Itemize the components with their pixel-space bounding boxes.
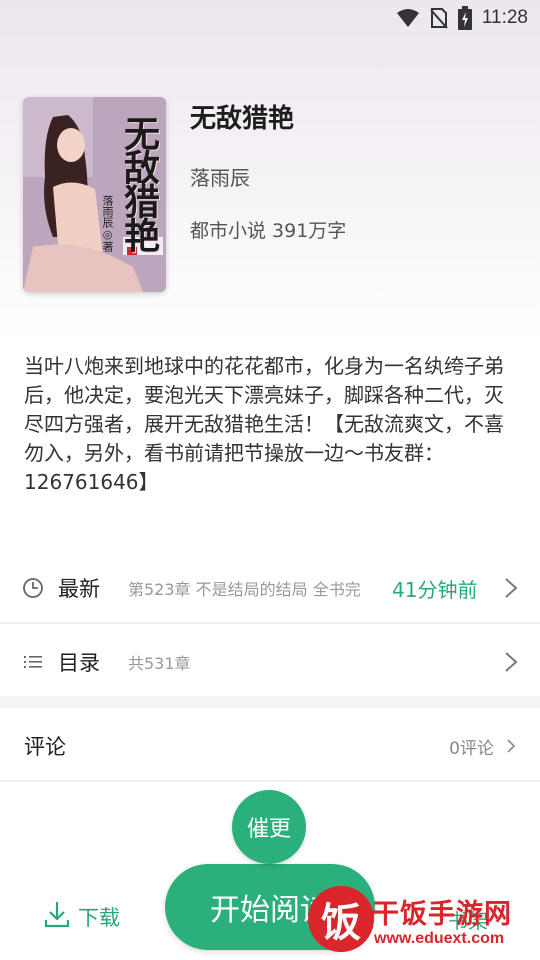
book-cover[interactable]: 无敌猎艳 落雨辰◎著 xyxy=(23,97,166,292)
divider xyxy=(0,622,540,624)
watermark-logo: 饭 xyxy=(308,886,374,952)
battery-charging-icon xyxy=(457,6,472,30)
list-icon xyxy=(22,651,44,673)
chevron-right-icon xyxy=(504,651,518,673)
watermark-url: www.eduext.com xyxy=(374,930,505,947)
download-label: 下载 xyxy=(78,905,120,930)
site-watermark: 饭 干饭手游网 www.eduext.com xyxy=(308,880,536,958)
toc-row[interactable]: 目录 共531章 xyxy=(0,632,540,692)
latest-chapter-row[interactable]: 最新 第523章 不是结局的结局 全书完 41分钟前 xyxy=(0,558,540,618)
urge-update-button[interactable]: 催更 xyxy=(232,790,306,864)
book-title: 无敌猎艳 xyxy=(190,104,295,134)
cover-title: 无敌猎艳 xyxy=(118,115,159,251)
clock-time: 11:28 xyxy=(481,7,528,28)
wifi-icon xyxy=(396,8,420,28)
latest-label: 最新 xyxy=(58,577,100,601)
status-bar: 11:28 xyxy=(0,0,540,36)
download-button[interactable]: 下载 xyxy=(44,900,120,933)
section-gap xyxy=(0,696,540,708)
no-sim-icon xyxy=(430,7,448,29)
chevron-right-icon xyxy=(504,735,518,757)
cover-author: 落雨辰◎著 xyxy=(101,195,114,252)
book-author[interactable]: 落雨辰 xyxy=(190,162,250,191)
book-meta: 都市小说 391万字 xyxy=(190,220,347,242)
comments-count: 0评论 xyxy=(449,738,494,759)
latest-chapter-title: 第523章 不是结局的结局 全书完 xyxy=(128,580,361,599)
comments-label: 评论 xyxy=(24,735,66,759)
book-description: 当叶八炮来到地球中的花花都市，化身为一名纨绔子弟后，他决定，要泡光天下漂亮妹子，… xyxy=(24,354,504,494)
watermark-name: 干饭手游网 xyxy=(372,899,512,930)
clock-icon xyxy=(22,577,44,599)
divider xyxy=(0,780,540,782)
download-icon xyxy=(44,900,70,933)
book-detail-screen: 11:28 无敌猎艳 落雨辰◎著 无敌猎艳 落雨辰 都市小说 391万字 当叶八… xyxy=(0,0,540,960)
chevron-right-icon xyxy=(504,577,518,599)
toc-chapter-count: 共531章 xyxy=(128,654,191,673)
latest-update-time: 41分钟前 xyxy=(392,577,478,602)
toc-label: 目录 xyxy=(58,651,100,675)
comments-row[interactable]: 评论 0评论 xyxy=(0,714,540,778)
